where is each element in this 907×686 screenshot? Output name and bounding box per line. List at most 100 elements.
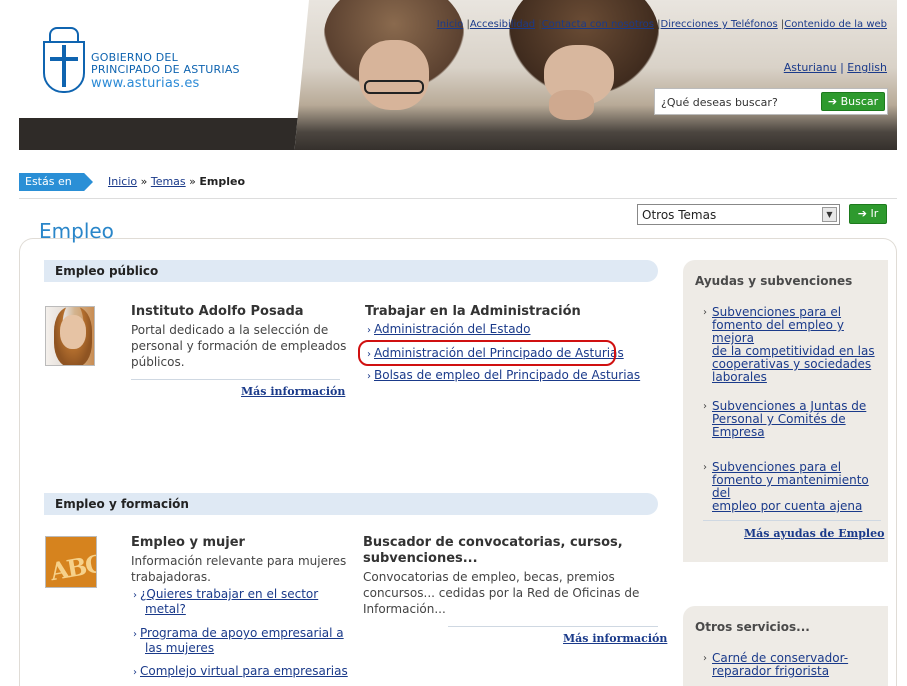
sidebar-more-ayudas-link[interactable]: Más ayudas de Empleo (744, 527, 884, 540)
breadcrumb-current: Empleo (199, 175, 246, 188)
buscador-text-line1: Convocatorias de empleo, becas, premios (363, 570, 615, 584)
photo-hand (549, 90, 594, 120)
breadcrumb-trail: Inicio » Temas » Empleo (108, 175, 245, 188)
crest-cross-vertical (62, 45, 66, 87)
sidebar-otros-servicios: Otros servicios... › Carné de conservado… (683, 606, 888, 686)
item-line[interactable]: fomento y mantenimiento del (712, 474, 881, 500)
go-button-label: Ir (870, 207, 879, 220)
breadcrumb-inicio[interactable]: Inicio (108, 175, 137, 188)
mujer-title: Empleo y mujer (131, 535, 245, 550)
chevron-right-icon: › (703, 401, 707, 412)
link-label[interactable]: Bolsas de empleo del Principado de Astur… (374, 368, 640, 382)
search-input[interactable]: ¿Qué deseas buscar? ➔ Buscar (654, 88, 888, 115)
link-label[interactable]: Administración del Estado (374, 322, 531, 336)
breadcrumb-separator: » (140, 175, 151, 188)
search-placeholder: ¿Qué deseas buscar? (661, 96, 778, 109)
top-link-accesibilidad[interactable]: Accesibilidad (470, 19, 535, 30)
logo-text-line2: PRINCIPADO DE ASTURIAS (91, 63, 240, 76)
top-link-contacta[interactable]: Contacta con nosotros (542, 19, 654, 30)
link-label[interactable]: las mujeres (145, 641, 214, 655)
lang-link-asturianu[interactable]: Asturianu (784, 61, 837, 74)
item-line[interactable]: laborales (712, 371, 881, 384)
instituto-text-line3: públicos. (131, 355, 185, 369)
mujer-text-line2: trabajadoras. (131, 570, 211, 584)
photo-glasses (364, 80, 424, 94)
photo-person-left-face (359, 40, 429, 110)
instituto-thumbnail[interactable] (45, 306, 95, 366)
sidebar-ayudas-item-1[interactable]: › Subvenciones para el fomento del emple… (703, 306, 881, 384)
link-administracion-principado[interactable]: › Administración del Principado de Asturi… (367, 346, 624, 362)
crest-crown (49, 27, 79, 41)
breadcrumb-divider (19, 198, 897, 199)
link-label[interactable]: ¿Quieres trabajar en el sector (140, 587, 318, 601)
thumb-face (60, 315, 86, 349)
buscador-text-line3: Información... (363, 602, 446, 616)
divider (703, 520, 881, 521)
page-title: Empleo (39, 219, 114, 243)
chevron-right-icon: › (133, 590, 137, 601)
link-administracion-estado[interactable]: › Administración del Estado (367, 322, 531, 338)
sidebar-ayudas-item-2[interactable]: › Subvenciones a Juntas de Personal y Co… (703, 400, 881, 439)
link-programa-apoyo[interactable]: › Programa de apoyo empresarial a (133, 626, 344, 642)
asturias-crest-icon[interactable] (41, 27, 87, 97)
sidebar-ayudas-title: Ayudas y subvenciones (695, 274, 853, 288)
breadcrumb-separator: » (189, 175, 200, 188)
item-line[interactable]: fomento del empleo y mejora (712, 319, 881, 345)
divider (448, 626, 658, 627)
empleo-mujer-thumbnail[interactable]: ABC (45, 536, 97, 588)
item-line[interactable]: empleo por cuenta ajena (712, 500, 881, 513)
chevron-right-icon: › (367, 371, 371, 382)
link-label[interactable]: metal? (145, 602, 186, 616)
logo-url[interactable]: www.asturias.es (91, 76, 200, 91)
breadcrumb-tag: Estás en (19, 173, 93, 191)
thumb-abc-text: ABC (47, 548, 97, 587)
link-complejo-virtual[interactable]: › Complejo virtual para empresarias (133, 664, 348, 680)
arrow-right-icon: ➔ (827, 95, 838, 108)
topics-select[interactable]: Otros Temas ▼ (637, 204, 840, 225)
top-nav: Inicio |Accesibilidad |Contacta con noso… (437, 19, 887, 30)
sidebar-otros-title: Otros servicios... (695, 620, 810, 634)
item-line[interactable]: Empresa (712, 426, 881, 439)
sidebar-ayudas: Ayudas y subvenciones › Subvenciones par… (683, 260, 888, 562)
instituto-text-line1: Portal dedicado a la selección de (131, 323, 329, 337)
link-bolsas-empleo[interactable]: › Bolsas de empleo del Principado de Astu… (367, 368, 640, 384)
buscador-more-link[interactable]: Más información (563, 632, 667, 645)
sidebar-otros-item-1[interactable]: › Carné de conservador- reparador frigor… (703, 652, 881, 678)
chevron-right-icon: › (367, 325, 371, 336)
top-link-contenido[interactable]: Contenido de la web (784, 19, 887, 30)
link-label[interactable]: Programa de apoyo empresarial a (140, 626, 344, 640)
instituto-more-link[interactable]: Más información (241, 385, 345, 398)
top-link-direcciones[interactable]: Direcciones y Teléfonos (661, 19, 778, 30)
buscador-title-line2: subvenciones... (363, 551, 478, 566)
search-button-label: Buscar (840, 95, 879, 108)
link-sector-metal[interactable]: › ¿Quieres trabajar en el sector (133, 587, 318, 603)
section-header-empleo-formacion: Empleo y formación (44, 493, 658, 515)
chevron-right-icon: › (133, 629, 137, 640)
buscador-title-line1: Buscador de convocatorias, cursos, (363, 535, 623, 550)
link-sector-metal-line2[interactable]: metal? (145, 602, 186, 617)
divider (131, 379, 340, 380)
top-link-inicio[interactable]: Inicio (437, 19, 463, 30)
link-label[interactable]: Complejo virtual para empresarias (140, 664, 348, 678)
chevron-right-icon: › (703, 462, 707, 473)
sidebar-ayudas-item-3[interactable]: › Subvenciones para el fomento y manteni… (703, 461, 881, 513)
arrow-right-icon: ➔ (857, 207, 867, 220)
link-programa-apoyo-line2[interactable]: las mujeres (145, 641, 214, 656)
lang-link-english[interactable]: English (847, 61, 887, 74)
language-links: Asturianu | English (784, 61, 887, 74)
buscador-text-line2: concursos... cedidas por la Red de Ofici… (363, 586, 640, 600)
instituto-text-line2: personal y formación de empleados (131, 339, 347, 353)
go-button[interactable]: ➔ Ir (849, 204, 887, 224)
section-header-empleo-publico: Empleo público (44, 260, 658, 282)
instituto-title: Instituto Adolfo Posada (131, 304, 304, 319)
trabajar-title: Trabajar en la Administración (365, 304, 581, 319)
topics-select-value: Otros Temas (642, 208, 717, 222)
crest-cross-horizontal (50, 57, 78, 61)
breadcrumb-temas[interactable]: Temas (151, 175, 186, 188)
chevron-down-icon[interactable]: ▼ (822, 207, 837, 222)
link-label[interactable]: Administración del Principado de Asturia… (374, 346, 624, 360)
item-line[interactable]: reparador frigorista (712, 665, 881, 678)
chevron-right-icon: › (703, 653, 707, 664)
search-button[interactable]: ➔ Buscar (821, 92, 885, 111)
chevron-right-icon: › (703, 307, 707, 318)
